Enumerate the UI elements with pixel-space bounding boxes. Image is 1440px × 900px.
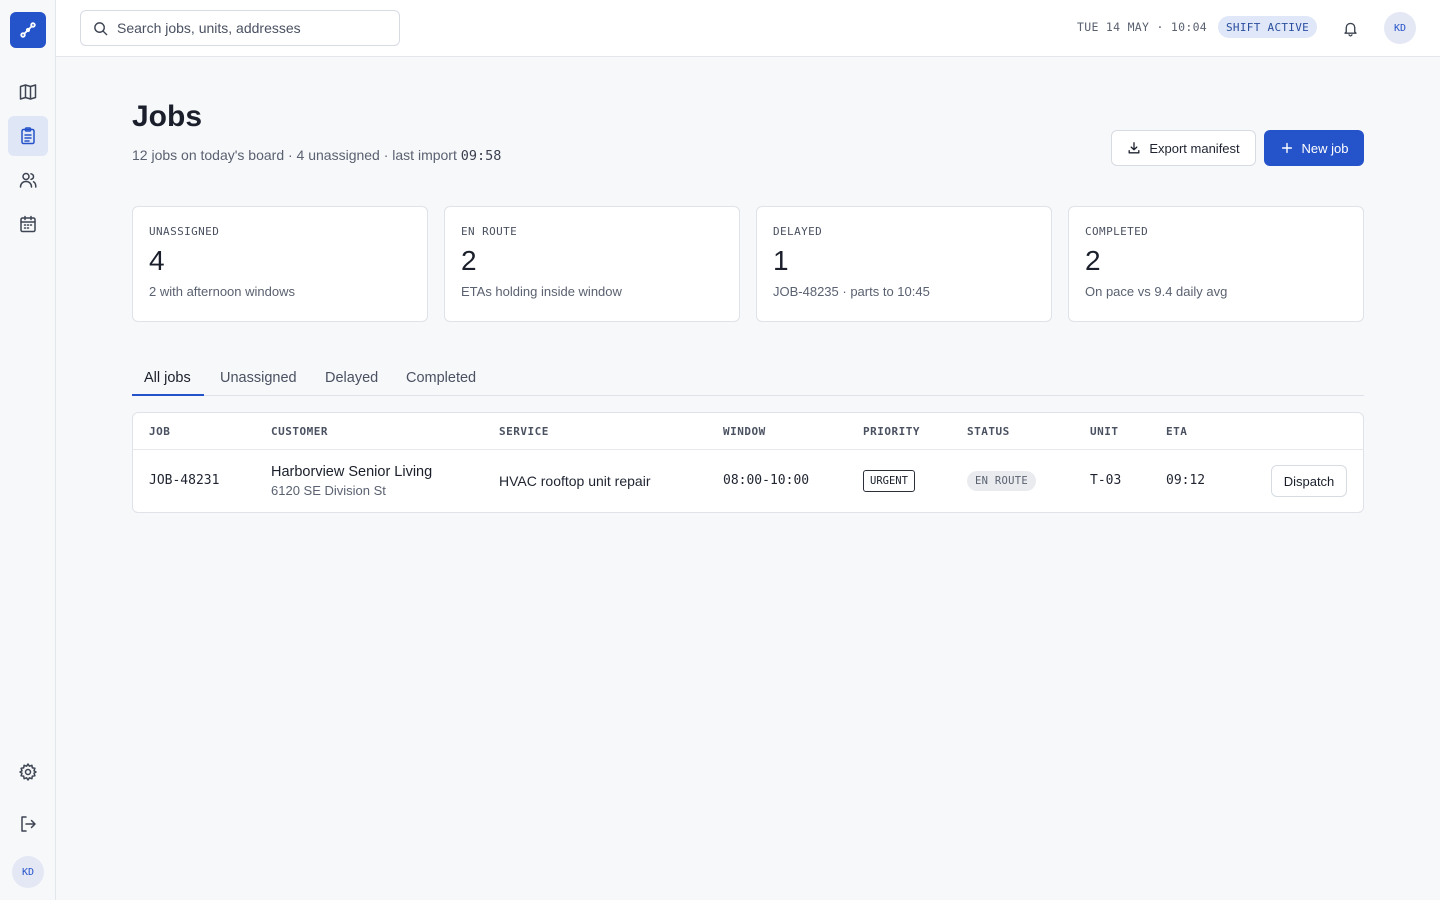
column-header-job[interactable]: JOB xyxy=(149,425,170,438)
page-subtitle: 12 jobs on today's board · 4 unassigned … xyxy=(132,147,501,164)
customer-address: 6120 SE Division St xyxy=(271,483,386,498)
export-manifest-button[interactable]: Export manifest xyxy=(1111,130,1256,166)
user-avatar[interactable]: KD xyxy=(1384,12,1416,44)
table-header: JOB CUSTOMER SERVICE WINDOW PRIORITY STA… xyxy=(133,413,1363,450)
stat-card-unassigned[interactable]: UNASSIGNED 4 2 with afternoon windows xyxy=(132,206,428,322)
column-header-eta[interactable]: ETA xyxy=(1166,425,1187,438)
export-manifest-label: Export manifest xyxy=(1149,140,1240,156)
service-description: HVAC rooftop unit repair xyxy=(499,473,651,489)
new-job-label: New job xyxy=(1301,140,1349,156)
stat-value: 1 xyxy=(773,245,789,276)
app-logo[interactable] xyxy=(10,12,46,48)
priority-badge: URGENT xyxy=(863,470,915,492)
stat-note: On pace vs 9.4 daily avg xyxy=(1085,284,1228,299)
map-icon xyxy=(19,84,37,100)
logout-icon xyxy=(21,816,36,832)
column-header-unit[interactable]: UNIT xyxy=(1090,425,1119,438)
users-icon xyxy=(19,172,37,188)
sidebar-avatar[interactable]: KD xyxy=(12,856,44,888)
dispatch-button[interactable]: Dispatch xyxy=(1271,465,1347,497)
tab-delayed[interactable]: Delayed xyxy=(313,364,390,396)
notifications-button[interactable] xyxy=(1340,18,1360,38)
gear-icon xyxy=(19,763,37,781)
route-logo-icon xyxy=(20,22,36,38)
stat-note: ETAs holding inside window xyxy=(461,284,622,299)
stat-note: 2 with afternoon windows xyxy=(149,284,295,299)
new-job-button[interactable]: New job xyxy=(1264,130,1364,166)
nav-team[interactable] xyxy=(8,160,48,200)
sidebar: KD xyxy=(0,0,56,900)
status-badge: EN ROUTE xyxy=(967,471,1036,491)
customer-cell: Harborview Senior Living 6120 SE Divisio… xyxy=(271,464,432,498)
calendar-icon xyxy=(20,215,36,233)
column-header-status[interactable]: STATUS xyxy=(967,425,1010,438)
plus-icon xyxy=(1281,142,1292,154)
stat-value: 4 xyxy=(149,245,165,276)
nav-schedule[interactable] xyxy=(8,204,48,244)
stat-card-en-route[interactable]: EN ROUTE 2 ETAs holding inside window xyxy=(444,206,740,322)
column-header-service[interactable]: SERVICE xyxy=(499,425,549,438)
column-header-priority[interactable]: PRIORITY xyxy=(863,425,920,438)
unit-id: T-03 xyxy=(1090,473,1122,488)
tab-unassigned[interactable]: Unassigned xyxy=(208,364,309,396)
column-header-window[interactable]: WINDOW xyxy=(723,425,766,438)
download-icon xyxy=(1128,142,1140,154)
nav-logout[interactable] xyxy=(8,804,48,844)
tab-completed[interactable]: Completed xyxy=(394,364,488,396)
table-row[interactable]: JOB-48231 Harborview Senior Living 6120 … xyxy=(133,450,1363,513)
tab-all-jobs[interactable]: All jobs xyxy=(132,364,204,396)
stat-label: EN ROUTE xyxy=(461,225,518,238)
topbar: TUE 14 MAY · 10:04 SHIFT ACTIVE KD xyxy=(56,0,1440,57)
shift-status-badge: SHIFT ACTIVE xyxy=(1218,16,1318,38)
page-title: Jobs xyxy=(132,100,203,133)
search-input[interactable] xyxy=(117,20,387,36)
stat-value: 2 xyxy=(1085,245,1101,276)
job-filter-tabs: All jobs Unassigned Delayed Completed xyxy=(132,364,1364,396)
search-icon xyxy=(94,21,108,35)
bell-icon xyxy=(1343,22,1357,37)
column-header-customer[interactable]: CUSTOMER xyxy=(271,425,328,438)
jobs-table: JOB CUSTOMER SERVICE WINDOW PRIORITY STA… xyxy=(132,412,1364,513)
stat-value: 2 xyxy=(461,245,477,276)
stat-label: UNASSIGNED xyxy=(149,225,220,238)
current-datetime: TUE 14 MAY · 10:04 xyxy=(1077,20,1208,34)
stat-label: DELAYED xyxy=(773,225,823,238)
nav-settings[interactable] xyxy=(8,752,48,792)
nav-jobs[interactable] xyxy=(8,116,48,156)
search-box[interactable] xyxy=(80,10,400,46)
clipboard-icon xyxy=(21,127,35,145)
stat-card-completed[interactable]: COMPLETED 2 On pace vs 9.4 daily avg xyxy=(1068,206,1364,322)
stat-note: JOB-48235 · parts to 10:45 xyxy=(773,284,930,299)
last-import-time: 09:58 xyxy=(460,148,502,164)
customer-name: Harborview Senior Living xyxy=(271,464,433,480)
stat-label: COMPLETED xyxy=(1085,225,1149,238)
stat-card-delayed[interactable]: DELAYED 1 JOB-48235 · parts to 10:45 xyxy=(756,206,1052,322)
page-subtitle-text: 12 jobs on today's board · 4 unassigned … xyxy=(132,147,457,163)
nav-map[interactable] xyxy=(8,72,48,112)
job-id: JOB-48231 xyxy=(149,473,220,488)
eta-time: 09:12 xyxy=(1166,473,1206,488)
time-window: 08:00-10:00 xyxy=(723,473,810,488)
